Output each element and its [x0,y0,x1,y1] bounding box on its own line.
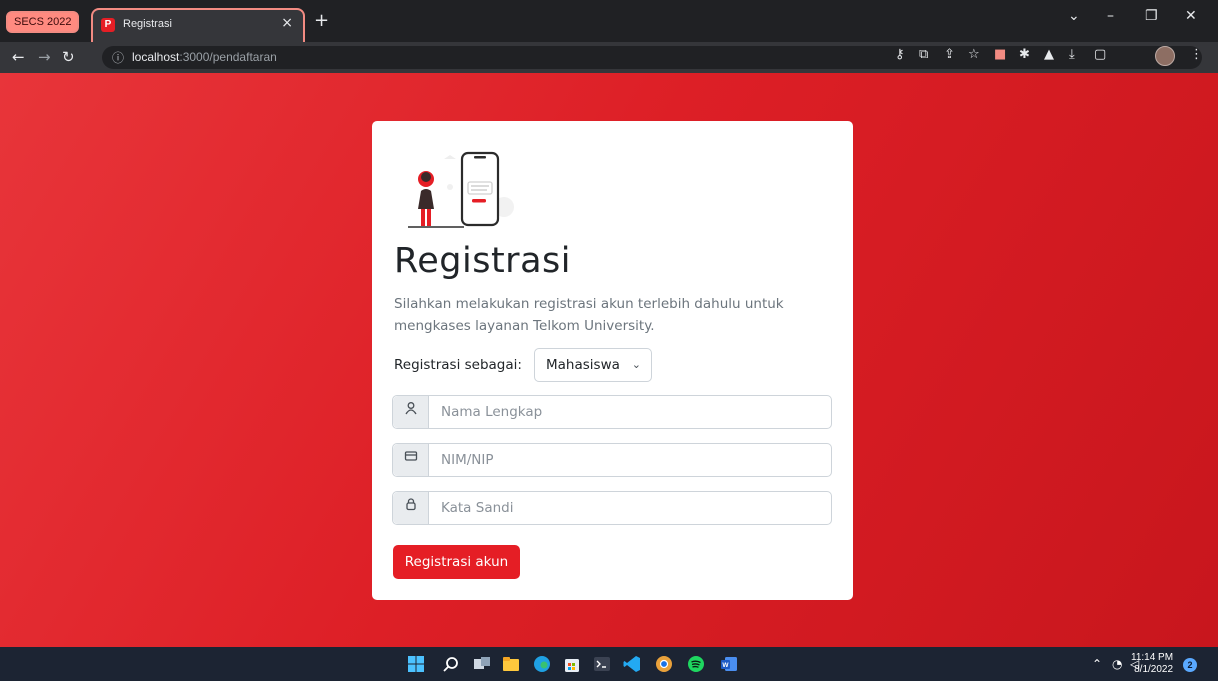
translate-icon[interactable]: ⧉ [919,47,928,62]
download-icon[interactable]: ⤓ [1069,47,1075,62]
password-field [392,491,832,525]
side-panel-icon[interactable]: ▢ [1094,47,1106,62]
register-account-button[interactable]: Registrasi akun [393,545,520,579]
window-close-icon[interactable]: ✕ [1185,8,1197,24]
terminal-icon[interactable] [593,655,611,673]
edge-icon[interactable] [533,655,551,673]
taskbar-clock[interactable]: 11:14 PM 8/1/2022 [1131,652,1173,676]
labs-flask-icon[interactable]: ▲ [1044,47,1054,62]
role-label: Registrasi sebagai: [394,357,522,373]
registration-card: Registrasi Silahkan melakukan registrasi… [372,121,853,600]
address-bar[interactable]: ⓘ localhost:3000/pendaftaran [102,46,1202,69]
url-text[interactable]: localhost:3000/pendaftaran [132,50,277,64]
lock-icon [393,492,429,524]
profile-avatar-icon[interactable] [1155,46,1175,66]
nim-nip-input[interactable] [429,444,831,476]
share-icon[interactable]: ⇪ [944,47,955,62]
extensions-puzzle-icon[interactable]: ✱ [1019,47,1030,62]
svg-text:W: W [722,662,729,669]
tab-close-icon[interactable]: × [281,15,293,31]
search-icon[interactable] [442,655,460,673]
page-background: Registrasi Silahkan melakukan registrasi… [0,73,1218,647]
windows-taskbar: W ⌃ ◔ ◁ ▭ 11:14 PM 8/1/2022 2 [0,647,1218,681]
role-select[interactable]: Mahasiswa ⌄ [534,348,652,382]
full-name-field [392,395,832,429]
windows-start-icon[interactable] [407,655,425,673]
url-path: :3000/pendaftaran [179,50,277,64]
extension-red-icon[interactable]: ■ [994,47,1006,62]
registration-illustration-icon [408,151,514,228]
tab-title: Registrasi [123,18,172,30]
info-icon[interactable]: ⓘ [112,49,124,66]
browser-title-bar: SECS 2022 P Registrasi × + ⌄ – ❐ ✕ [0,0,1218,42]
tab-registrasi[interactable]: P Registrasi × [91,8,305,42]
chevron-down-icon: ⌄ [631,358,641,371]
spotify-icon[interactable] [687,655,705,673]
chrome-dev-icon[interactable] [655,655,673,673]
vscode-icon[interactable] [623,655,641,673]
tab-search-icon[interactable]: ⌄ [1068,8,1080,24]
nim-nip-field [392,443,832,477]
telkom-favicon-icon: P [101,18,115,32]
key-icon[interactable]: ⚷ [895,47,905,62]
file-explorer-icon[interactable] [502,655,520,673]
forward-icon[interactable]: → [38,48,51,66]
notification-badge[interactable]: 2 [1183,658,1197,672]
task-view-icon[interactable] [473,655,491,673]
new-tab-icon[interactable]: + [314,10,329,31]
clock-date: 8/1/2022 [1134,664,1174,675]
back-icon[interactable]: ← [12,48,25,66]
user-icon [393,396,429,428]
tab-group-label[interactable]: SECS 2022 [6,11,80,33]
url-host: localhost [132,50,180,64]
page-title: Registrasi [394,241,571,281]
minimize-icon[interactable]: – [1107,8,1114,24]
wifi-icon[interactable]: ◔ [1112,657,1122,671]
word-icon[interactable]: W [720,655,738,673]
bookmark-star-icon[interactable]: ☆ [968,47,980,62]
id-card-icon [393,444,429,476]
tray-chevron-up-icon[interactable]: ⌃ [1092,657,1102,671]
role-select-value: Mahasiswa [546,357,620,373]
clock-time: 11:14 PM [1131,652,1174,663]
reload-icon[interactable]: ↻ [62,48,75,66]
password-input[interactable] [429,492,831,524]
menu-kebab-icon[interactable]: ⋮ [1190,47,1203,62]
page-description: Silahkan melakukan registrasi akun terle… [394,296,784,334]
browser-toolbar: ← → ↻ ⓘ localhost:3000/pendaftaran ⚷ ⧉ ⇪… [0,42,1218,73]
store-icon[interactable] [563,655,581,673]
full-name-input[interactable] [429,396,831,428]
restore-icon[interactable]: ❐ [1145,8,1158,24]
